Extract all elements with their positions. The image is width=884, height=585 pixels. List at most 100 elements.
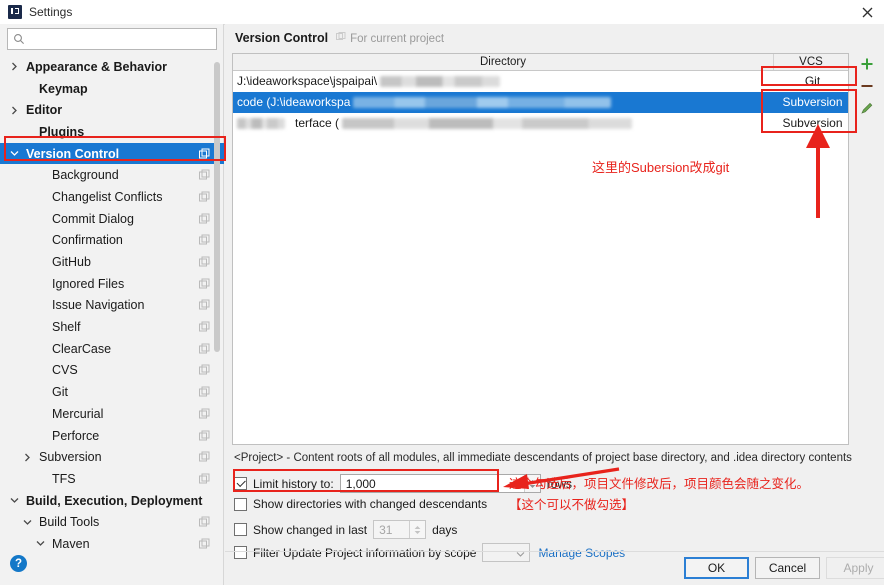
config-marker-icon xyxy=(199,343,210,354)
chevron-down-icon[interactable] xyxy=(34,533,47,555)
column-header-directory[interactable]: Directory xyxy=(233,54,774,70)
add-button[interactable] xyxy=(854,53,880,75)
chevron-down-icon[interactable] xyxy=(21,511,34,533)
sidebar-item-mercurial[interactable]: Mercurial xyxy=(0,403,224,425)
cancel-button[interactable]: Cancel xyxy=(755,557,820,579)
column-header-vcs[interactable]: VCS xyxy=(774,54,848,70)
limit-history-spinner[interactable] xyxy=(339,474,541,493)
table-toolbar xyxy=(854,53,880,445)
sidebar-item-appearance-behavior[interactable]: Appearance & Behavior xyxy=(0,56,224,78)
limit-history-input[interactable] xyxy=(340,475,524,492)
show-changed-row: Show changed in last days xyxy=(234,520,463,539)
cell-directory-text: code (J:\ideaworkspa xyxy=(237,95,351,109)
sidebar-item-background[interactable]: Background xyxy=(0,164,224,186)
edit-button[interactable] xyxy=(854,97,880,119)
search-box[interactable] xyxy=(7,28,217,50)
close-icon[interactable] xyxy=(856,2,878,22)
sidebar-item-ignored-files[interactable]: Ignored Files xyxy=(0,273,224,295)
cell-directory: code (J:\ideaworkspa xyxy=(233,92,777,113)
redacted-text xyxy=(353,97,612,109)
sidebar-scrollbar-track[interactable] xyxy=(212,58,221,563)
settings-tree[interactable]: Appearance & Behavior Keymap Editor Plugins… xyxy=(0,56,224,571)
sidebar-item-github[interactable]: GitHub xyxy=(0,251,224,273)
limit-history-stepper[interactable] xyxy=(523,475,540,492)
show-directories-label: Show directories with changed descendant… xyxy=(253,497,488,511)
redacted-text xyxy=(237,118,285,130)
sidebar-item-perforce[interactable]: Perforce xyxy=(0,425,224,447)
chevron-right-icon[interactable] xyxy=(8,56,21,78)
remove-button[interactable] xyxy=(854,75,880,97)
sidebar-scrollbar-thumb[interactable] xyxy=(214,62,220,352)
ok-button[interactable]: OK xyxy=(684,557,749,579)
cell-vcs[interactable]: Subversion xyxy=(777,113,848,134)
config-marker-icon xyxy=(199,538,210,549)
sidebar-item-tfs[interactable]: TFS xyxy=(0,468,224,490)
sidebar-item-build-tools[interactable]: Build Tools xyxy=(0,511,224,533)
sidebar-item-cvs[interactable]: CVS xyxy=(0,360,224,382)
table-row[interactable]: J:\ideaworkspace\jspaipai\ Git xyxy=(233,71,848,92)
sidebar-item-label: Build Tools xyxy=(39,515,100,530)
version-control-panel: Version Control For current project Dire… xyxy=(225,24,884,585)
project-description: <Project> - Content roots of all modules… xyxy=(234,452,852,464)
config-marker-icon xyxy=(199,430,210,441)
sidebar-item-git[interactable]: Git xyxy=(0,381,224,403)
show-directories-checkbox[interactable] xyxy=(234,497,247,511)
show-changed-checkbox[interactable] xyxy=(234,523,247,536)
dialog-button-bar: OK Cancel Apply xyxy=(225,551,884,585)
limit-history-label: Limit history to: xyxy=(253,476,334,491)
sidebar-item-subversion[interactable]: Subversion xyxy=(0,446,224,468)
sidebar-item-changelist-conflicts[interactable]: Changelist Conflicts xyxy=(0,186,224,208)
chevron-right-icon[interactable] xyxy=(21,446,34,468)
sidebar-item-commit-dialog[interactable]: Commit Dialog xyxy=(0,208,224,230)
sidebar-item-build-execution-deployment[interactable]: Build, Execution, Deployment xyxy=(0,490,224,512)
table-body: J:\ideaworkspace\jspaipai\ Git code (J:\id… xyxy=(233,71,848,134)
cell-vcs[interactable]: Git xyxy=(777,71,848,92)
panel-subtitle-text: For current project xyxy=(350,32,445,45)
cell-directory: terface ( xyxy=(233,113,777,134)
table-header-row: Directory VCS xyxy=(233,54,848,71)
sidebar-item-confirmation[interactable]: Confirmation xyxy=(0,230,224,252)
cell-vcs[interactable]: Subversion xyxy=(777,92,848,113)
search-icon xyxy=(12,33,25,46)
table-row[interactable]: code (J:\ideaworkspa Subversion xyxy=(233,92,848,113)
cell-directory: J:\ideaworkspace\jspaipai\ xyxy=(233,71,777,92)
sidebar-item-issue-navigation[interactable]: Issue Navigation xyxy=(0,295,224,317)
chevron-right-icon[interactable] xyxy=(8,99,21,121)
cell-directory-text: J:\ideaworkspace\jspaipai\ xyxy=(237,74,378,88)
search-input[interactable] xyxy=(29,31,213,47)
sidebar-item-keymap[interactable]: Keymap xyxy=(0,78,224,100)
apply-button: Apply xyxy=(826,557,884,579)
vcs-directory-table[interactable]: Directory VCS J:\ideaworkspace\jspaipai\… xyxy=(232,53,849,445)
sidebar-item-shelf[interactable]: Shelf xyxy=(0,316,224,338)
sidebar-item-plugins[interactable]: Plugins xyxy=(0,121,224,143)
config-marker-icon xyxy=(199,473,210,484)
config-marker-icon xyxy=(199,169,210,181)
show-changed-input[interactable] xyxy=(374,521,410,538)
sidebar-item-editor[interactable]: Editor xyxy=(0,99,224,121)
config-marker-icon xyxy=(199,516,210,528)
sidebar-item-clearcase[interactable]: ClearCase xyxy=(0,338,224,360)
panel-subtitle: For current project xyxy=(336,32,444,45)
sidebar-item-label: Editor xyxy=(26,103,63,118)
help-button[interactable]: ? xyxy=(10,555,27,572)
table-row[interactable]: terface (Subversion xyxy=(233,113,848,134)
window-title: Settings xyxy=(29,5,73,19)
show-changed-spinner[interactable] xyxy=(373,520,427,539)
sidebar-item-version-control[interactable]: Version Control xyxy=(0,142,224,165)
chevron-down-icon[interactable] xyxy=(8,143,21,165)
config-marker-icon xyxy=(199,256,210,268)
chevron-down-icon[interactable] xyxy=(8,490,21,512)
show-changed-stepper[interactable] xyxy=(409,521,426,538)
limit-history-checkbox[interactable] xyxy=(234,477,247,490)
sidebar-item-maven[interactable]: Maven xyxy=(0,533,224,555)
config-marker-icon xyxy=(199,321,210,333)
